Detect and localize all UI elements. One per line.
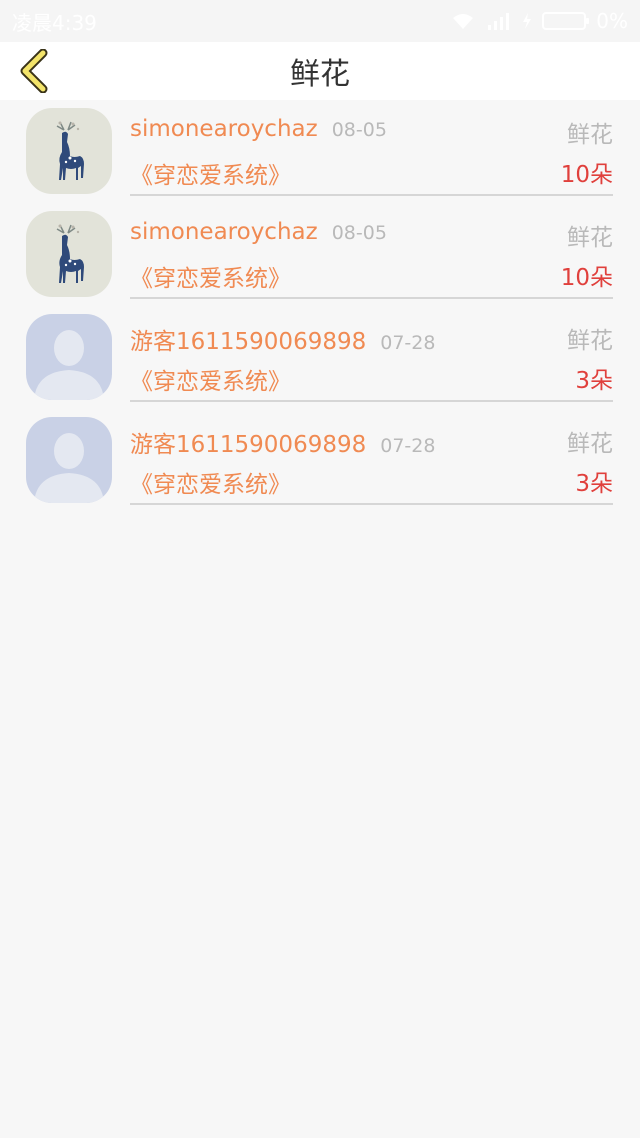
gift-count: 3朵 (575, 368, 613, 394)
list-item[interactable]: 游客1611590069898 07-28 《穿恋爱系统》 鲜花 3朵 (0, 409, 640, 512)
sender-name: 游客1611590069898 (130, 432, 367, 458)
gift-type: 鲜花 (567, 225, 613, 251)
gift-type: 鲜花 (567, 431, 613, 457)
gift-count: 10朵 (560, 162, 613, 188)
list-item-content: simonearoychaz 08-05 《穿恋爱系统》 鲜花 10朵 (130, 100, 613, 196)
default-user-avatar[interactable] (26, 417, 112, 503)
gift-count: 3朵 (575, 471, 613, 497)
gift-type: 鲜花 (567, 328, 613, 354)
list-item-content: simonearoychaz 08-05 《穿恋爱系统》 鲜花 10朵 (130, 203, 613, 299)
battery-text: 0% (596, 9, 628, 33)
wifi-icon (450, 11, 476, 31)
list-item-content: 游客1611590069898 07-28 《穿恋爱系统》 鲜花 3朵 (130, 409, 613, 505)
gift-date: 07-28 (380, 332, 436, 354)
status-icons: 0% (450, 9, 628, 33)
list-item[interactable]: 游客1611590069898 07-28 《穿恋爱系统》 鲜花 3朵 (0, 306, 640, 409)
sender-name: 游客1611590069898 (130, 329, 367, 355)
deer-avatar[interactable] (26, 211, 112, 297)
book-title: 《穿恋爱系统》 (130, 369, 291, 395)
default-user-avatar[interactable] (26, 314, 112, 400)
status-time: 凌晨4:39 (12, 10, 97, 35)
list-item-content: 游客1611590069898 07-28 《穿恋爱系统》 鲜花 3朵 (130, 306, 613, 402)
deer-avatar[interactable] (26, 108, 112, 194)
gift-type: 鲜花 (567, 122, 613, 148)
signal-icon (486, 11, 512, 31)
page-title: 鲜花 (290, 57, 350, 92)
book-title: 《穿恋爱系统》 (130, 163, 291, 189)
battery-icon (542, 12, 590, 30)
gift-date: 08-05 (331, 119, 387, 141)
charging-icon (522, 11, 532, 31)
gift-date: 08-05 (331, 222, 387, 244)
sender-name: simonearoychaz (130, 219, 318, 245)
gift-date: 07-28 (380, 435, 436, 457)
flower-gift-list: simonearoychaz 08-05 《穿恋爱系统》 鲜花 10朵 simo… (0, 100, 640, 512)
status-bar: 凌晨4:39 0% (0, 0, 640, 42)
list-item[interactable]: simonearoychaz 08-05 《穿恋爱系统》 鲜花 10朵 (0, 203, 640, 306)
chevron-left-icon (20, 49, 48, 93)
gift-count: 10朵 (560, 265, 613, 291)
book-title: 《穿恋爱系统》 (130, 472, 291, 498)
list-item[interactable]: simonearoychaz 08-05 《穿恋爱系统》 鲜花 10朵 (0, 100, 640, 203)
back-button[interactable] (14, 48, 54, 94)
book-title: 《穿恋爱系统》 (130, 266, 291, 292)
sender-name: simonearoychaz (130, 116, 318, 142)
header-bar: 鲜花 (0, 42, 640, 100)
